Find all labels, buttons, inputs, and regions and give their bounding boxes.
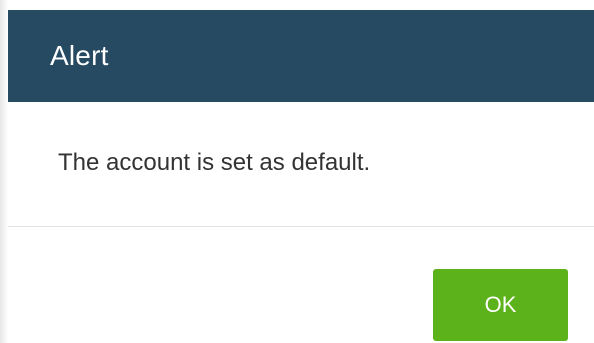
dialog-title: Alert <box>50 40 109 71</box>
dialog-body: The account is set as default. <box>8 102 594 226</box>
dialog-footer: OK <box>8 227 594 343</box>
dialog-shadow <box>0 0 8 343</box>
ok-button[interactable]: OK <box>433 269 568 341</box>
alert-dialog: Alert The account is set as default. OK <box>0 0 594 343</box>
dialog-header: Alert <box>8 10 594 102</box>
alert-message: The account is set as default. <box>58 149 371 176</box>
